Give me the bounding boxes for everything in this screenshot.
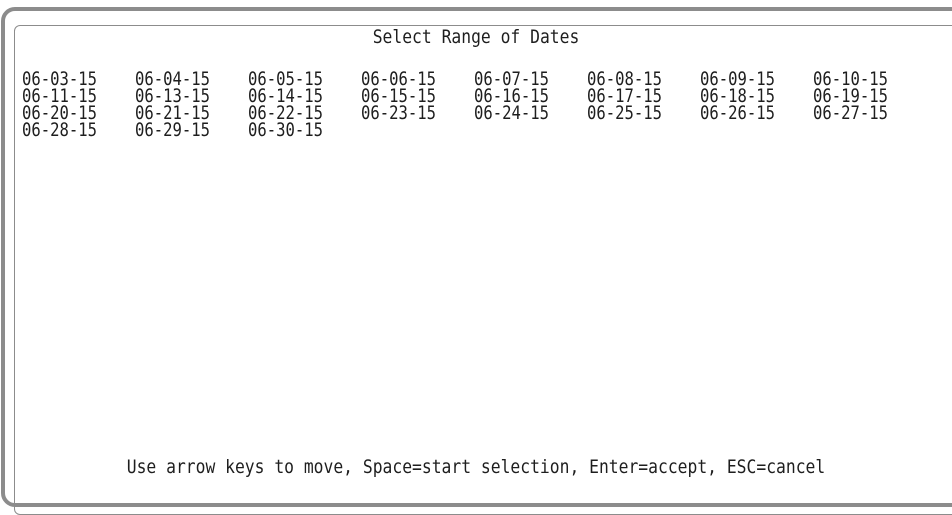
date-option[interactable]: 06-25-15 [587, 104, 680, 123]
date-option[interactable]: 06-28-15 [22, 121, 115, 140]
dialog-title: Select Range of Dates [372, 26, 580, 48]
date-option[interactable]: 06-23-15 [361, 104, 454, 123]
key-help-text: Use arrow keys to move, Space=start sele… [126, 456, 826, 478]
date-option[interactable]: 06-27-15 [813, 104, 906, 123]
date-option[interactable]: 06-26-15 [700, 104, 793, 123]
date-option[interactable]: 06-24-15 [474, 104, 567, 123]
date-option[interactable]: 06-29-15 [135, 121, 228, 140]
date-option[interactable]: 06-30-15 [248, 121, 341, 140]
date-grid: 06-03-15 06-04-15 06-05-15 06-06-15 06-07-15… [22, 70, 926, 140]
